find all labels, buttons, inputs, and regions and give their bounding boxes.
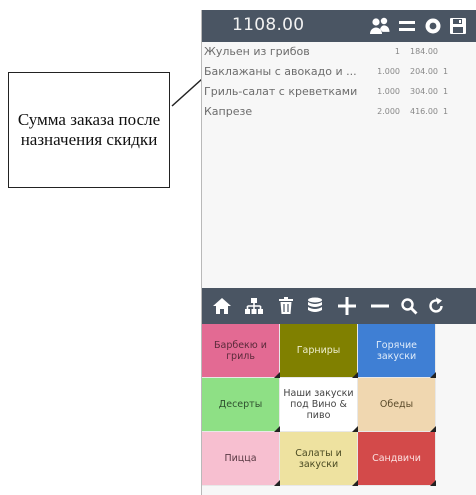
item-seat: 1 (443, 67, 449, 76)
item-name: Жульен из грибов (204, 45, 310, 58)
action-toolbar (202, 288, 476, 324)
order-total: 1108.00 (232, 15, 305, 35)
category-label: Салаты и закуски (295, 447, 342, 470)
category-label: Барбекю и гриль (213, 339, 267, 362)
order-list: Жульен из грибов 1 184.00 Баклажаны с ав… (202, 42, 476, 288)
category-button-wine-snacks[interactable]: Наши закуски под Вино & пиво (280, 378, 358, 432)
sitemap-icon[interactable] (242, 294, 266, 318)
item-qty: 1 (394, 47, 400, 56)
item-price: 304.00 (410, 87, 438, 96)
category-button-bbq[interactable]: Барбекю и гриль (202, 324, 280, 378)
item-qty: 1.000 (377, 87, 400, 96)
users-icon[interactable] (368, 14, 392, 38)
order-row[interactable]: Гриль-салат с креветками 1.000 304.00 1 (202, 82, 476, 102)
item-name: Капрезе (204, 105, 253, 118)
category-label: Сандвичи (372, 453, 421, 464)
order-row[interactable]: Жульен из грибов 1 184.00 (202, 42, 476, 62)
database-icon[interactable] (303, 294, 327, 318)
minus-icon[interactable] (368, 294, 392, 318)
category-button-desserts[interactable]: Десерты (202, 378, 280, 432)
item-seat: 1 (443, 107, 449, 116)
item-price: 416.00 (410, 107, 438, 116)
refresh-icon[interactable] (424, 294, 448, 318)
callout-annotation: Сумма заказа после назначения скидки (8, 72, 170, 188)
category-label: Пицца (224, 453, 257, 464)
item-name: Гриль-салат с креветками (204, 85, 358, 98)
item-seat: 1 (443, 87, 449, 96)
item-qty: 2.000 (377, 107, 400, 116)
save-icon[interactable] (446, 14, 470, 38)
plus-icon[interactable] (335, 294, 359, 318)
category-label: Горячие закуски (376, 339, 417, 362)
category-button-salads[interactable]: Салаты и закуски (280, 432, 358, 486)
category-button-pizza[interactable]: Пицца (202, 432, 280, 486)
order-row[interactable]: Баклажаны с авокадо и ... 1.000 204.00 1 (202, 62, 476, 82)
category-label: Обеды (379, 399, 414, 410)
settings-icon[interactable] (421, 14, 445, 38)
item-qty: 1.000 (377, 67, 400, 76)
order-row[interactable]: Капрезе 2.000 416.00 1 (202, 102, 476, 122)
item-price: 184.00 (410, 47, 438, 56)
category-button-lunches[interactable]: Обеды (358, 378, 436, 432)
home-icon[interactable] (210, 294, 234, 318)
category-label: Десерты (218, 399, 263, 410)
callout-text: Сумма заказа после назначения скидки (17, 110, 161, 149)
menu-icon[interactable] (395, 14, 419, 38)
category-button-garnish[interactable]: Гарниры (280, 324, 358, 378)
category-grid: Барбекю и гриль Гарниры Горячие закуски … (202, 324, 476, 495)
trash-icon[interactable] (274, 294, 298, 318)
pos-screen: 1108.00 Жульен из грибов 1 184.00 Баклаж… (201, 10, 476, 495)
item-name: Баклажаны с авокадо и ... (204, 65, 357, 78)
category-button-sandwiches[interactable]: Сандвичи (358, 432, 436, 486)
category-label: Гарниры (296, 345, 341, 356)
search-icon[interactable] (397, 294, 421, 318)
category-button-hot-appetizers[interactable]: Горячие закуски (358, 324, 436, 378)
header-bar: 1108.00 (202, 10, 476, 42)
category-label: Наши закуски под Вино & пиво (283, 388, 354, 421)
item-price: 204.00 (410, 67, 438, 76)
